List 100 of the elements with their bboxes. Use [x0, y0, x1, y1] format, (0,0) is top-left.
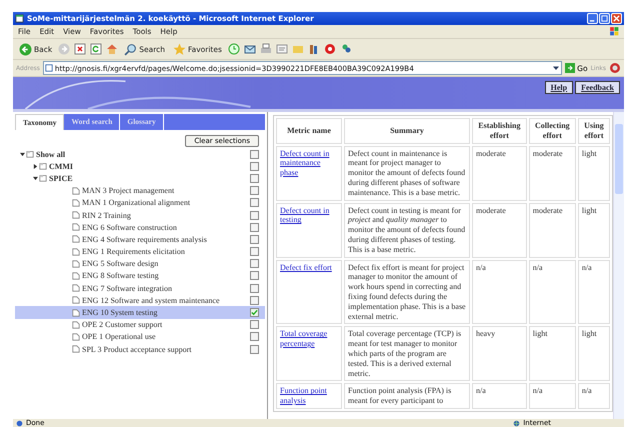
tree-label: ENG 6 Software construction [82, 222, 177, 232]
tree-label: ENG 8 Software testing [82, 271, 159, 280]
table-cell: light [578, 202, 610, 258]
checkbox[interactable] [250, 259, 259, 268]
header-link[interactable]: Feedback [575, 81, 620, 94]
table-cell: heavy [472, 326, 527, 382]
home-icon[interactable] [106, 43, 118, 55]
tree-row[interactable]: ENG 10 System testing [15, 306, 265, 319]
checkbox[interactable] [250, 162, 259, 171]
edit-icon[interactable] [276, 43, 288, 55]
tree-row[interactable]: ENG 7 Software integration [15, 282, 265, 294]
checkbox[interactable] [250, 234, 259, 244]
star-icon [173, 42, 186, 56]
table-cell: n/a [472, 383, 527, 409]
table-cell: moderate [472, 202, 527, 258]
close-icon [613, 15, 620, 22]
tree-row[interactable]: OPE 2 Customer support [15, 318, 265, 331]
table-cell: Defect count in testing is meant for project and quality manager to monitor the amount of defects found during different phases of testing. This is a base metric. [344, 202, 470, 258]
checkbox[interactable] [250, 210, 259, 220]
table-cell: Defect fix effort is meant for project manager to monitor the amount of work hours spend in correcting and fixing found defects during the implementation phase. This is a base external metric. [344, 260, 470, 324]
tree-row[interactable]: CMMI [15, 160, 265, 172]
tree-row[interactable]: MAN 1 Organizational alignment [15, 196, 265, 209]
tree-label: MAN 3 Project management [82, 186, 174, 196]
tree-row[interactable]: ENG 12 Software and system maintenance [15, 294, 265, 306]
column-header: Metric name [276, 118, 342, 144]
column-header: Establishing effort [472, 118, 527, 144]
expanded-arrow-icon[interactable] [20, 152, 25, 157]
stop-icon[interactable] [74, 43, 86, 55]
record-icon[interactable] [324, 43, 336, 55]
table-cell: light [578, 326, 610, 382]
tree-row[interactable]: ENG 8 Software testing [15, 270, 265, 282]
tree-label: ENG 1 Requirements elicitation [82, 247, 185, 256]
metric-link[interactable]: Total coverage percentage [280, 329, 338, 349]
table-cell: n/a [528, 260, 576, 324]
print-icon[interactable] [260, 43, 272, 55]
books-icon[interactable] [308, 43, 320, 55]
tree-label: ENG 12 Software and system maintenance [82, 296, 220, 305]
tree-label: RIN 2 Training [82, 210, 131, 220]
tree-row[interactable]: ENG 4 Software requirements analysis [15, 233, 265, 246]
checkbox[interactable] [250, 344, 259, 354]
tree-label: MAN 1 Organizational alignment [82, 198, 190, 208]
checkmark-icon [251, 309, 258, 316]
tree-row[interactable]: MAN 3 Project management [15, 184, 265, 197]
tree-row[interactable]: SPICE [15, 172, 265, 185]
tree-row[interactable]: RIN 2 Training [15, 208, 265, 222]
collapsed-arrow-icon[interactable] [33, 164, 38, 169]
tree-label: SPL 3 Product acceptance support [82, 344, 192, 354]
tree-row[interactable]: OPE 1 Operational use [15, 330, 265, 343]
maximize-button[interactable] [599, 13, 610, 24]
search-icon [124, 42, 138, 56]
minimize-button[interactable] [587, 13, 598, 24]
table-cell: n/a [472, 260, 527, 324]
tree-label: ENG 4 Software requirements analysis [82, 234, 207, 244]
tree-label: ENG 5 Software design [82, 259, 158, 268]
metric-link[interactable]: Defect fix effort [280, 262, 338, 272]
tree-row[interactable]: SPL 3 Product acceptance support [15, 343, 265, 356]
tree-row[interactable]: ENG 6 Software construction [15, 221, 265, 234]
table-cell: n/a [578, 383, 610, 409]
checkbox[interactable] [250, 198, 259, 208]
checkbox[interactable] [250, 296, 259, 305]
refresh-icon[interactable] [90, 43, 102, 55]
metric-link[interactable]: Defect count in testing [280, 206, 338, 226]
checkbox[interactable] [250, 174, 259, 183]
close-button[interactable] [611, 13, 622, 24]
header-link[interactable]: Help [544, 81, 574, 94]
table-cell: moderate [472, 146, 527, 201]
table-cell: light [528, 326, 576, 382]
metric-link[interactable]: Function point analysis [280, 386, 338, 406]
column-header: Collecting effort [528, 118, 576, 144]
mail-icon[interactable] [244, 43, 256, 55]
tree-label: SPICE [49, 174, 73, 183]
expanded-arrow-icon[interactable] [33, 176, 38, 181]
folder-icon [39, 162, 47, 170]
checkbox[interactable] [250, 284, 259, 293]
checkbox[interactable] [250, 332, 259, 342]
dropdown-arrow-icon[interactable] [552, 64, 560, 72]
table-cell: moderate [528, 146, 576, 201]
tree-label: Show all [36, 150, 66, 159]
table-cell: moderate [528, 202, 576, 258]
scrollbar[interactable] [613, 112, 624, 419]
checkbox[interactable] [250, 222, 259, 232]
checkbox[interactable] [250, 186, 259, 196]
tree-row[interactable]: ENG 5 Software design [15, 258, 265, 270]
tree-label: CMMI [49, 162, 73, 171]
checkbox[interactable] [250, 320, 259, 330]
column-header: Using effort [578, 118, 610, 144]
tree-row[interactable]: ENG 1 Requirements elicitation [15, 246, 265, 258]
metric-link[interactable]: Defect count in maintenance phase [280, 148, 338, 178]
tree-label: OPE 1 Operational use [82, 332, 156, 342]
checkbox[interactable] [250, 150, 259, 159]
checkbox[interactable] [250, 247, 259, 256]
tree-row[interactable]: Show all [15, 148, 265, 160]
table-cell: n/a [578, 260, 610, 324]
globe-icon [513, 420, 520, 426]
table-cell: light [578, 146, 610, 201]
browser-icon [15, 14, 24, 23]
checkbox[interactable] [250, 308, 259, 318]
checkbox[interactable] [250, 271, 259, 280]
history-icon[interactable] [228, 43, 240, 55]
table-cell: Function point analysis (FPA) is meant for every participant to [344, 383, 470, 409]
